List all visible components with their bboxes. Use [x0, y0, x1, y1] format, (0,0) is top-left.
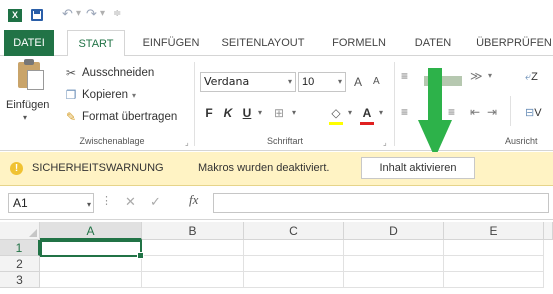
cell-c1[interactable] — [244, 240, 344, 256]
name-box[interactable]: A1 ▾ — [8, 193, 94, 213]
column-header-b[interactable]: B — [142, 222, 244, 240]
column-header-f[interactable] — [544, 222, 553, 240]
active-cell-selection[interactable] — [40, 240, 144, 259]
formula-bar: A1 ▾ ⋮ ✕ ✓ fx — [0, 186, 553, 220]
row-header-2[interactable]: 2 — [0, 256, 40, 272]
formula-input[interactable] — [213, 193, 549, 213]
select-all-button[interactable] — [0, 222, 40, 240]
security-warning-message: Makros wurden deaktiviert. — [198, 162, 330, 174]
column-header-e[interactable]: E — [444, 222, 544, 240]
cell-b2[interactable] — [142, 256, 244, 272]
cell-e2[interactable] — [444, 256, 544, 272]
column-header-c[interactable]: C — [244, 222, 344, 240]
column-header-d[interactable]: D — [344, 222, 444, 240]
warning-icon: ! — [10, 162, 23, 175]
formula-bar-grip-icon[interactable]: ⋮ — [101, 194, 112, 207]
cell-b1[interactable] — [142, 240, 244, 256]
security-warning-bar: ! SICHERHEITSWARNUNG Makros wurden deakt… — [0, 152, 553, 186]
cancel-icon[interactable]: ✕ — [125, 194, 136, 210]
chevron-down-icon[interactable]: ▾ — [87, 196, 91, 214]
enable-content-button[interactable]: Inhalt aktivieren — [361, 157, 475, 179]
cell-d2[interactable] — [344, 256, 444, 272]
cell-a3[interactable] — [40, 272, 142, 288]
security-warning-title: SICHERHEITSWARNUNG — [32, 162, 164, 174]
spreadsheet-grid: A B C D E 1 2 3 — [0, 222, 553, 294]
row-header-3[interactable]: 3 — [0, 272, 40, 288]
enter-icon[interactable]: ✓ — [150, 194, 161, 210]
cell-c2[interactable] — [244, 256, 344, 272]
cell-e3[interactable] — [444, 272, 544, 288]
name-box-value: A1 — [13, 196, 28, 210]
cell-b3[interactable] — [142, 272, 244, 288]
insert-function-icon[interactable]: fx — [189, 192, 198, 208]
arrow-shaft — [428, 68, 442, 122]
cell-a2[interactable] — [40, 256, 142, 272]
cell-e1[interactable] — [444, 240, 544, 256]
cell-d1[interactable] — [344, 240, 444, 256]
column-header-a[interactable]: A — [40, 222, 142, 240]
row-header-1[interactable]: 1 — [0, 240, 40, 256]
cell-d3[interactable] — [344, 272, 444, 288]
cell-c3[interactable] — [244, 272, 344, 288]
